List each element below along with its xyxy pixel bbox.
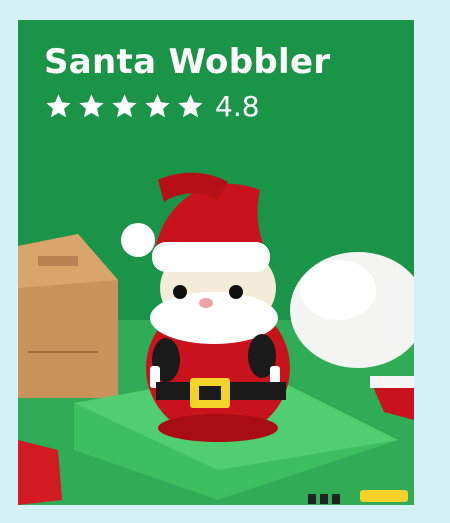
star-icon (79, 94, 104, 118)
product-title: Santa Wobbler (44, 42, 331, 82)
star-icon (112, 94, 137, 118)
product-card[interactable]: Santa Wobbler 4.8 (18, 20, 414, 505)
red-fabric (18, 440, 62, 505)
star-icon (46, 94, 71, 118)
rating-value: 4.8 (215, 90, 260, 123)
cardboard-box (18, 234, 118, 398)
rating: 4.8 (44, 92, 260, 121)
star-icon (145, 94, 170, 118)
star-icon (178, 94, 203, 118)
